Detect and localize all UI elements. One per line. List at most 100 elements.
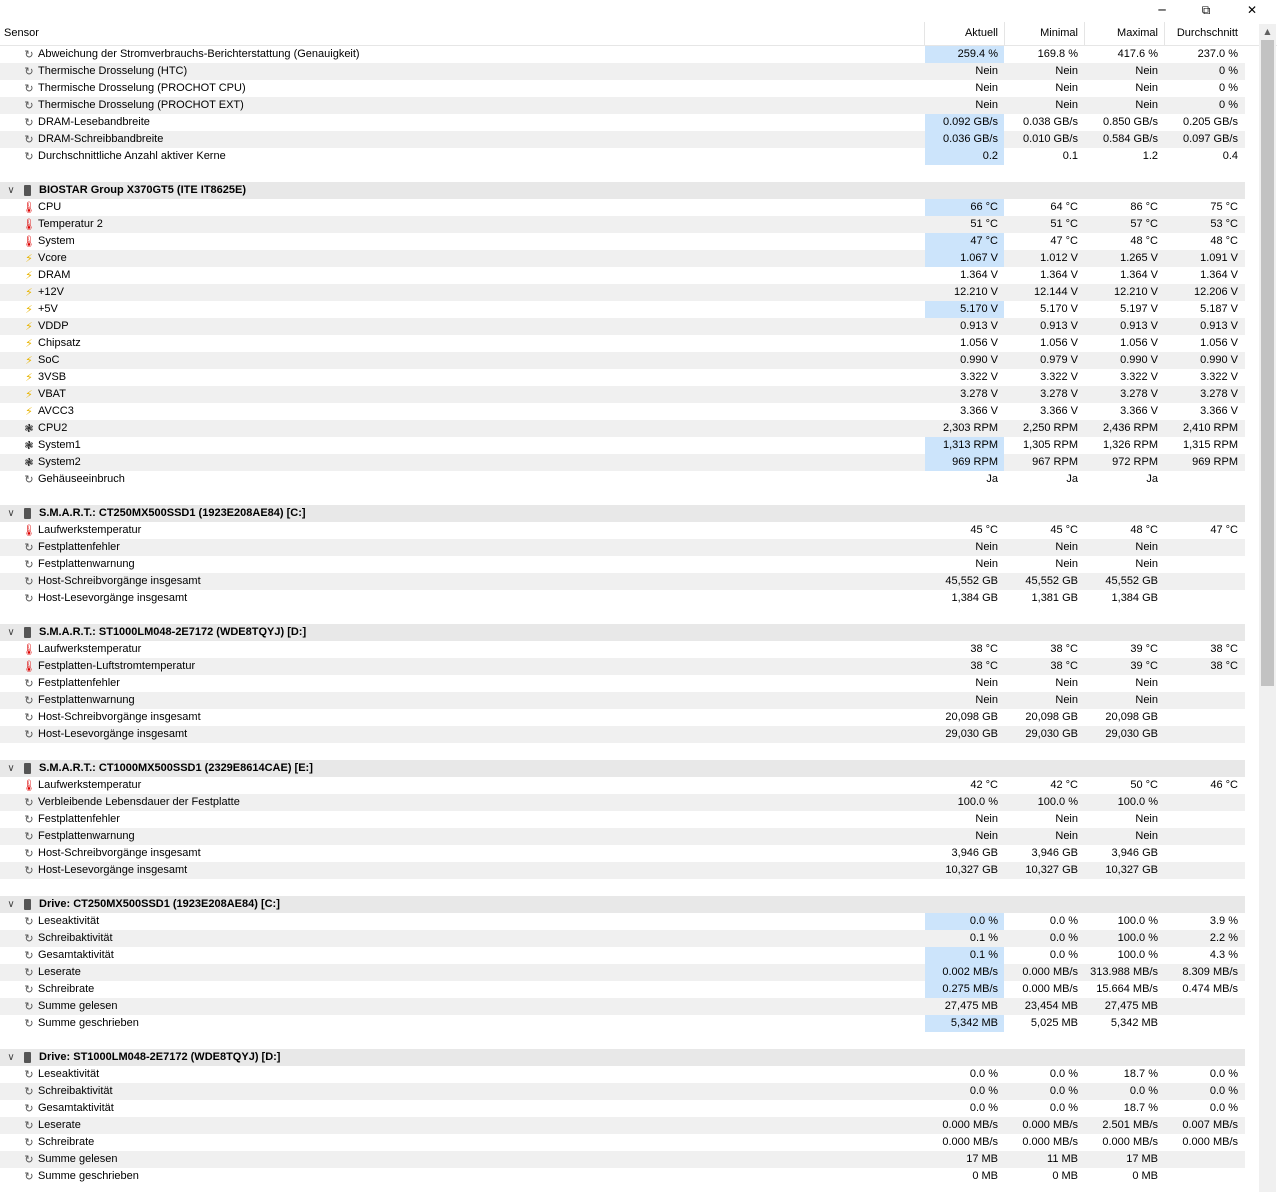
sensor-row[interactable]: ↻ Host-Lesevorgänge insgesamt 1,384 GB 1,38… [0, 590, 1245, 607]
sensor-row[interactable]: ↻ DRAM-Lesebandbreite 0.092 GB/s 0.038 GB/s… [0, 114, 1245, 131]
sensor-row[interactable]: ↻ Summe geschrieben 0 MB 0 MB 0 MB [0, 1168, 1245, 1185]
sensor-row[interactable]: ↻ Summe gelesen 27,475 MB 23,454 MB 27,475 M… [0, 998, 1245, 1015]
sensor-row[interactable]: ↻ Host-Lesevorgänge insgesamt 10,327 GB 10,… [0, 862, 1245, 879]
min-value: 3.322 V [1040, 371, 1078, 383]
sensor-row[interactable]: 🌡 Temperatur 2 51 °C 51 °C 57 °C 53 °C [0, 216, 1245, 233]
header-min[interactable]: Minimal [1006, 22, 1078, 45]
sensor-row[interactable]: ↻ Festplattenwarnung Nein Nein Nein [0, 692, 1245, 709]
header-separator[interactable] [1004, 22, 1005, 45]
sensor-list[interactable]: ↻ Abweichung der Stromverbrauchs-Berichte… [0, 46, 1245, 1185]
sensor-row[interactable]: ↻ Leserate 0.000 MB/s 0.000 MB/s 2.501 MB/s 0… [0, 1117, 1245, 1134]
sensor-row[interactable]: ↻ Festplattenfehler Nein Nein Nein [0, 539, 1245, 556]
group-header-row[interactable]: ∨ Drive: CT250MX500SSD1 (1923E208AE84) [C… [0, 896, 1245, 913]
sensor-row[interactable]: 🌡 Laufwerkstemperatur 42 °C 42 °C 50 °C 46 °C [0, 777, 1245, 794]
sensor-row[interactable]: ↻ Schreibrate 0.275 MB/s 0.000 MB/s 15.664 M… [0, 981, 1245, 998]
sensor-row[interactable]: ↻ Verbleibende Lebensdauer der Festplatte… [0, 794, 1245, 811]
sensor-row[interactable]: ↻ Host-Schreibvorgänge insgesamt 3,946 GB 3… [0, 845, 1245, 862]
sensor-row[interactable]: ↻ Festplattenwarnung Nein Nein Nein [0, 556, 1245, 573]
sensor-row[interactable]: ↻ Gesamtaktivität 0.1 % 0.0 % 100.0 % 4.3 % [0, 947, 1245, 964]
sensor-row[interactable]: ⚡ AVCC3 3.366 V 3.366 V 3.366 V 3.366 V [0, 403, 1245, 420]
scrollbar-thumb[interactable] [1261, 40, 1274, 686]
chevron-down-icon[interactable]: ∨ [5, 760, 17, 777]
sensor-label: System [38, 235, 75, 247]
sensor-row[interactable]: ↻ Festplattenwarnung Nein Nein Nein [0, 828, 1245, 845]
sensor-row[interactable]: ↻ Leseaktivität 0.0 % 0.0 % 18.7 % 0.0 % [0, 1066, 1245, 1083]
sensor-row[interactable]: ⚡ Chipsatz 1.056 V 1.056 V 1.056 V 1.056 V [0, 335, 1245, 352]
sensor-row[interactable]: ⚡ +5V 5.170 V 5.170 V 5.197 V 5.187 V [0, 301, 1245, 318]
close-icon[interactable]: ✕ [1230, 0, 1274, 20]
sensor-row[interactable]: ⚡ +12V 12.210 V 12.144 V 12.210 V 12.206 V [0, 284, 1245, 301]
sensor-label: DRAM-Lesebandbreite [38, 116, 150, 128]
sensor-row[interactable]: 🌡 Laufwerkstemperatur 45 °C 45 °C 48 °C 47 °C [0, 522, 1245, 539]
sensor-row[interactable]: 🌡 CPU 66 °C 64 °C 86 °C 75 °C [0, 199, 1245, 216]
chevron-down-icon[interactable]: ∨ [5, 1049, 17, 1066]
min-value: 64 °C [1050, 201, 1078, 213]
header-sensor[interactable]: Sensor [4, 22, 39, 45]
chevron-down-icon[interactable]: ∨ [5, 896, 17, 913]
sensor-row[interactable]: ⚡ DRAM 1.364 V 1.364 V 1.364 V 1.364 V [0, 267, 1245, 284]
sensor-row[interactable]: ⚡ Vcore 1.067 V 1.012 V 1.265 V 1.091 V [0, 250, 1245, 267]
sensor-row[interactable]: ⚡ VBAT 3.278 V 3.278 V 3.278 V 3.278 V [0, 386, 1245, 403]
current-value: Nein [975, 677, 998, 689]
sensor-row[interactable]: ↻ Gehäuseeinbruch Ja Ja Ja [0, 471, 1245, 488]
min-value: 0.010 GB/s [1022, 133, 1078, 145]
sensor-row[interactable]: ❃ System1 1,313 RPM 1,305 RPM 1,326 RPM 1,315… [0, 437, 1245, 454]
sensor-row[interactable]: ⚡ 3VSB 3.322 V 3.322 V 3.322 V 3.322 V [0, 369, 1245, 386]
sensor-row[interactable]: ↻ Schreibrate 0.000 MB/s 0.000 MB/s 0.000 MB… [0, 1134, 1245, 1151]
header-current[interactable]: Aktuell [926, 22, 998, 45]
group-header-row[interactable]: ∨ BIOSTAR Group X370GT5 (ITE IT8625E) [0, 182, 1245, 199]
sensor-row[interactable]: ⚡ VDDP 0.913 V 0.913 V 0.913 V 0.913 V [0, 318, 1245, 335]
sensor-row[interactable]: ↻ Host-Lesevorgänge insgesamt 29,030 GB 29,… [0, 726, 1245, 743]
sensor-row[interactable]: ↻ Summe geschrieben 5,342 MB 5,025 MB 5,342 … [0, 1015, 1245, 1032]
chevron-down-icon[interactable]: ∨ [5, 505, 17, 522]
sensor-row[interactable]: ❃ CPU2 2,303 RPM 2,250 RPM 2,436 RPM 2,410 RP… [0, 420, 1245, 437]
max-value: 0.990 V [1120, 354, 1158, 366]
sensor-clock-icon: ↻ [24, 150, 34, 163]
group-header-row[interactable]: ∨ S.M.A.R.T.: CT1000MX500SSD1 (2329E8614C… [0, 760, 1245, 777]
sensor-row[interactable]: ↻ Host-Schreibvorgänge insgesamt 45,552 GB… [0, 573, 1245, 590]
sensor-row[interactable]: ↻ Abweichung der Stromverbrauchs-Berichte… [0, 46, 1245, 63]
group-header-row[interactable]: ∨ S.M.A.R.T.: ST1000LM048-2E7172 (WDE8TQY… [0, 624, 1245, 641]
group-header-row[interactable]: ∨ S.M.A.R.T.: CT250MX500SSD1 (1923E208AE8… [0, 505, 1245, 522]
header-avg[interactable]: Durchschnitt [1166, 22, 1238, 45]
sensor-row[interactable]: ↻ Leserate 0.002 MB/s 0.000 MB/s 313.988 MB/… [0, 964, 1245, 981]
sensor-row[interactable]: ↻ Thermische Drosselung (PROCHOT CPU) Nein… [0, 80, 1245, 97]
header-separator[interactable] [924, 22, 925, 45]
chevron-down-icon[interactable]: ∨ [5, 624, 17, 641]
sensor-row[interactable]: ↻ Thermische Drosselung (PROCHOT EXT) Nein… [0, 97, 1245, 114]
sensor-row[interactable]: ⚡ SoC 0.990 V 0.979 V 0.990 V 0.990 V [0, 352, 1245, 369]
sensor-clock-icon: ↻ [24, 558, 34, 571]
sensor-row[interactable]: ↻ Schreibaktivität 0.1 % 0.0 % 100.0 % 2.2 % [0, 930, 1245, 947]
current-value: 0.000 MB/s [942, 1136, 998, 1148]
sensor-row[interactable]: ↻ DRAM-Schreibbandbreite 0.036 GB/s 0.010 G… [0, 131, 1245, 148]
avg-value: 0.0 % [1209, 1102, 1238, 1114]
chevron-down-icon[interactable]: ∨ [5, 182, 17, 199]
group-header-row[interactable]: ∨ Drive: ST1000LM048-2E7172 (WDE8TQYJ) [D… [0, 1049, 1245, 1066]
sensor-label: Thermische Drosselung (HTC) [38, 65, 188, 77]
sensor-row[interactable]: ↻ Host-Schreibvorgänge insgesamt 20,098 GB… [0, 709, 1245, 726]
sensor-row[interactable]: 🌡 Laufwerkstemperatur 38 °C 38 °C 39 °C 38 °C [0, 641, 1245, 658]
sensor-row[interactable]: ↻ Leseaktivität 0.0 % 0.0 % 100.0 % 3.9 % [0, 913, 1245, 930]
sensor-clock-icon: ↻ [24, 983, 34, 996]
sensor-clock-icon: ↻ [24, 133, 34, 146]
sensor-row[interactable]: ↻ Thermische Drosselung (HTC) Nein Nein Nein… [0, 63, 1245, 80]
sensor-row[interactable]: 🌡 System 47 °C 47 °C 48 °C 48 °C [0, 233, 1245, 250]
sensor-row[interactable]: ↻ Gesamtaktivität 0.0 % 0.0 % 18.7 % 0.0 % [0, 1100, 1245, 1117]
sensor-row[interactable]: ❃ System2 969 RPM 967 RPM 972 RPM 969 RPM [0, 454, 1245, 471]
sensor-row[interactable]: ↻ Durchschnittliche Anzahl aktiver Kerne 0… [0, 148, 1245, 165]
header-separator[interactable] [1164, 22, 1165, 45]
header-max[interactable]: Maximal [1086, 22, 1158, 45]
min-value: Nein [1055, 694, 1078, 706]
scroll-up-icon[interactable]: ▲ [1259, 24, 1276, 40]
minimize-icon[interactable]: ─ [1140, 0, 1184, 20]
sensor-row[interactable]: ↻ Summe gelesen 17 MB 11 MB 17 MB [0, 1151, 1245, 1168]
sensor-row[interactable]: ↻ Schreibaktivität 0.0 % 0.0 % 0.0 % 0.0 % [0, 1083, 1245, 1100]
sensor-row[interactable]: ↻ Festplattenfehler Nein Nein Nein [0, 811, 1245, 828]
sensor-row[interactable]: 🌡 Festplatten-Luftstromtemperatur 38 °C 38 … [0, 658, 1245, 675]
avg-value: 0.0 % [1209, 1085, 1238, 1097]
sensor-label: Schreibrate [38, 983, 95, 995]
current-value: Nein [975, 830, 998, 842]
header-separator[interactable] [1084, 22, 1085, 45]
sensor-row[interactable]: ↻ Festplattenfehler Nein Nein Nein [0, 675, 1245, 692]
restore-icon[interactable]: ⧉ [1184, 0, 1228, 20]
